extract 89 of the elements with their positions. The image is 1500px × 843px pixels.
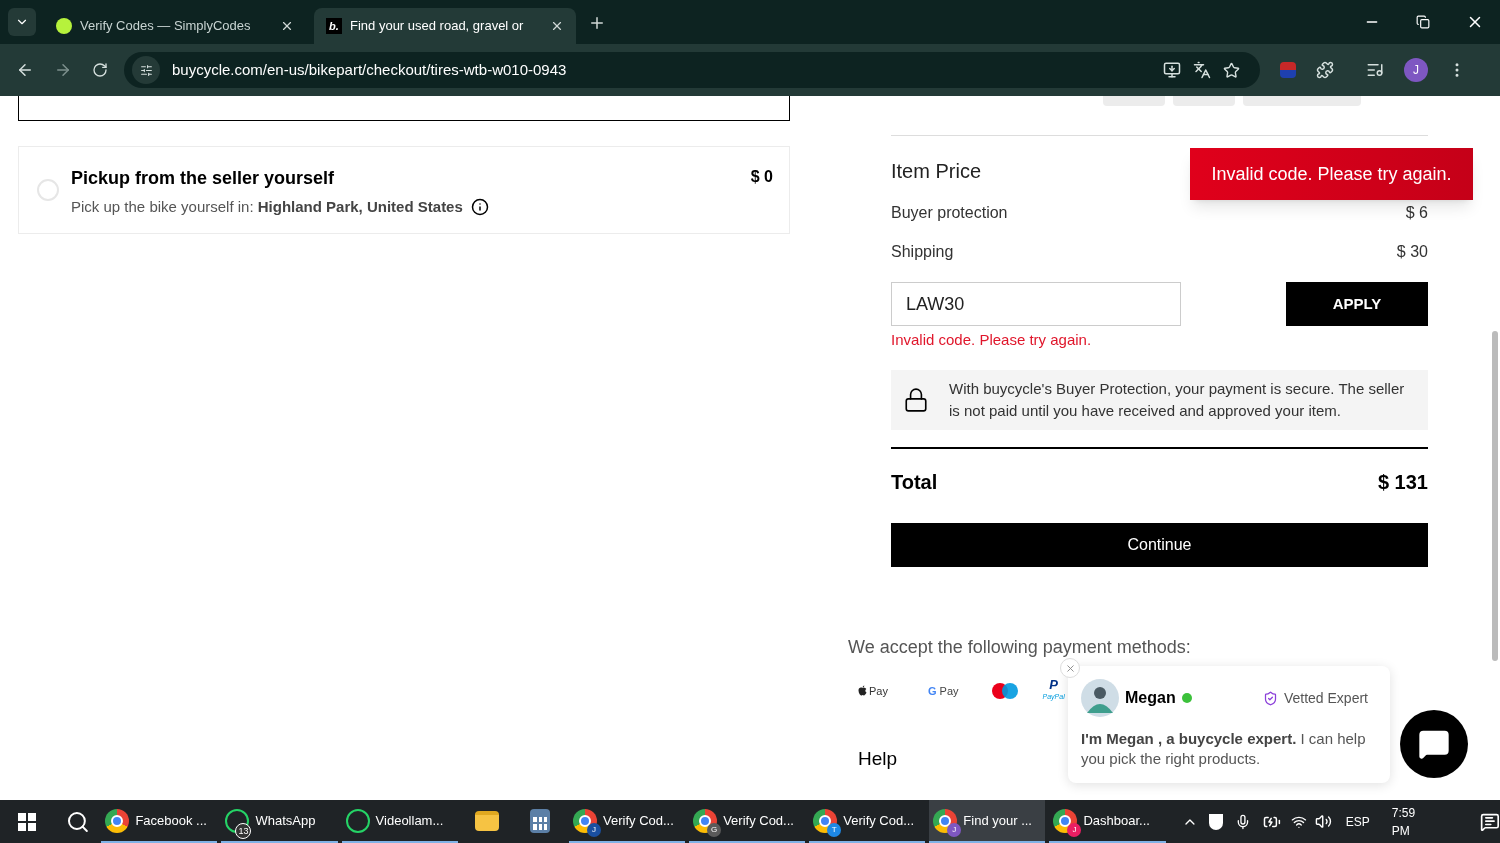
profile-badge: J <box>587 822 601 837</box>
security-shield-icon[interactable] <box>1209 813 1224 830</box>
info-icon[interactable] <box>470 198 489 217</box>
profile-badge: J <box>1067 822 1082 837</box>
forward-icon[interactable] <box>54 61 72 79</box>
maestro-logo <box>990 681 1019 700</box>
summary-value: $ 30 <box>1396 242 1428 262</box>
error-toast: Invalid code. Please try again. <box>1190 148 1473 200</box>
language-indicator[interactable]: ESP <box>1345 812 1370 831</box>
site-settings-icon[interactable] <box>132 56 160 84</box>
total-value: $ 131 <box>1377 469 1428 495</box>
volume-icon[interactable] <box>1314 813 1332 830</box>
scrollbar-thumb[interactable] <box>1492 331 1498 661</box>
folder-icon <box>474 810 499 831</box>
promo-code-field[interactable]: LAW30 <box>891 282 1181 326</box>
notifications-icon[interactable] <box>1480 811 1500 832</box>
taskbar-app[interactable]: T Verify Cod... <box>809 800 926 843</box>
expert-name: Megan <box>1125 688 1176 708</box>
tab-favicon: b. <box>326 18 342 34</box>
option-title: Pickup from the seller yourself <box>71 167 336 190</box>
taskbar-label: Videollam... <box>375 811 444 830</box>
summary-label: Buyer protection <box>891 203 1008 223</box>
summary-value: $ 6 <box>1405 203 1428 223</box>
media-icon[interactable] <box>1366 61 1384 79</box>
taskbar-app[interactable]: Facebook ... <box>101 800 218 843</box>
chat-icon <box>1418 728 1450 760</box>
translate-icon[interactable] <box>1193 61 1211 79</box>
extensions-icon[interactable] <box>1316 61 1334 79</box>
lock-icon <box>903 386 929 413</box>
notification-badge: 13 <box>235 822 252 839</box>
profile-badge: T <box>827 822 842 837</box>
taskbar-label: WhatsApp <box>255 811 316 830</box>
back-icon[interactable] <box>16 61 34 79</box>
error-message: Invalid code. Please try again. <box>891 330 1093 350</box>
close-icon <box>1064 662 1076 674</box>
browser-tab[interactable]: b. Find your used road, gravel or <box>314 8 576 44</box>
close-icon[interactable] <box>280 19 294 33</box>
taskbar-label: Facebook ... <box>135 811 207 830</box>
taskbar-app[interactable]: 13 WhatsApp <box>221 800 338 843</box>
help-heading: Help <box>858 747 898 771</box>
reload-icon[interactable] <box>92 62 108 78</box>
taskbar-app[interactable]: Videollam... <box>341 800 458 843</box>
taskbar-app[interactable]: J Dashboar... <box>1049 800 1166 843</box>
taskbar-app[interactable]: J Verify Cod... <box>569 800 686 843</box>
total-label: Total <box>891 469 938 495</box>
tab-title: Find your used road, gravel or <box>350 17 525 36</box>
taskbar-label: Verify Cod... <box>843 811 915 830</box>
new-tab-icon[interactable] <box>588 14 606 32</box>
taskbar-label: Dashboar... <box>1083 811 1150 830</box>
calculator-icon <box>530 808 551 833</box>
payment-heading: We accept the following payment methods: <box>848 636 1191 657</box>
bookmark-star-icon[interactable] <box>1223 61 1240 79</box>
taskbar-label: Find your ... <box>963 811 1032 830</box>
profile-badge: J <box>947 822 962 837</box>
google-pay-logo: G Pay <box>926 683 960 699</box>
option-description: Pick up the bike yourself in: Highland Park, United States <box>71 197 463 217</box>
radio-button[interactable] <box>37 179 59 201</box>
tab-search-button[interactable] <box>8 8 36 36</box>
taskbar-label: Verify Cod... <box>603 811 674 830</box>
apply-button[interactable]: APPLY <box>1286 282 1428 326</box>
avatar <box>1081 679 1119 717</box>
taskbar-app[interactable]: J Find your ... <box>929 800 1046 843</box>
close-icon[interactable] <box>550 19 564 33</box>
tab-favicon-icon <box>56 18 72 34</box>
whatsapp-icon <box>345 808 370 833</box>
browser-tab[interactable]: Verify Codes — SimplyCodes <box>44 8 306 44</box>
delivery-option[interactable]: Pickup from the seller yourself Pick up the bike yourself in: Highland Park, United States $ 0 <box>18 146 790 234</box>
close-button[interactable] <box>1060 658 1080 678</box>
apple-pay-logo: Pay <box>850 678 896 703</box>
profile-badge: G <box>707 822 722 837</box>
address-bar[interactable]: buycycle.com/en-us/bikepart/checkout/tires-wtb-w010-0943 <box>124 52 1260 88</box>
summary-label: Shipping <box>891 242 954 262</box>
chat-message: I'm Megan , a buycycle expert. I can help you pick the right products. <box>1081 729 1367 769</box>
chrome-icon <box>105 808 130 833</box>
restore-icon[interactable] <box>1416 15 1430 29</box>
continue-button[interactable]: Continue <box>891 522 1428 567</box>
taskbar-label: Verify Cod... <box>723 811 794 830</box>
protection-text: With buycycle's Buyer Protection, your payment is secure. The seller is not paid until you have received and approved your item. <box>949 378 1406 421</box>
install-icon[interactable] <box>1163 61 1181 79</box>
shield-check-icon <box>1262 690 1278 706</box>
tab-title: Verify Codes — SimplyCodes <box>80 17 252 36</box>
item-price-label: Item Price <box>891 159 982 184</box>
url-text: buycycle.com/en-us/bikepart/checkout/tires-wtb-w010-0943 <box>172 59 568 80</box>
option-price: $ 0 <box>750 167 773 187</box>
search-icon[interactable] <box>65 809 90 834</box>
profile-avatar[interactable]: J <box>1404 58 1428 82</box>
expert-badge-label: Vetted Expert <box>1283 688 1368 708</box>
clock[interactable]: 7:59 PM <box>1391 804 1437 840</box>
taskbar-app[interactable]: G Verify Cod... <box>689 800 806 843</box>
